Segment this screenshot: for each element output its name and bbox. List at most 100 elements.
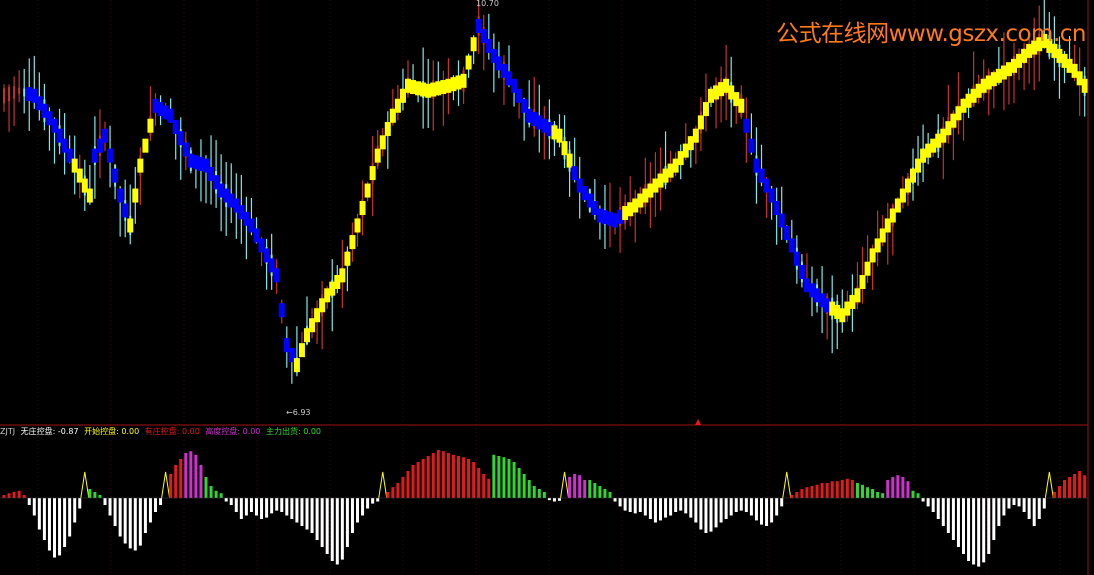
trend-block xyxy=(854,288,861,303)
indicator-bar xyxy=(330,498,334,561)
indicator-bar xyxy=(17,490,21,498)
indicator-bar xyxy=(987,498,991,554)
indicator-bar xyxy=(674,498,678,512)
watermark: 公式在线网www.gszx.com.cn xyxy=(776,21,1086,47)
trend-block xyxy=(384,122,391,137)
indicator-bar xyxy=(648,498,652,519)
trend-block xyxy=(86,188,93,203)
legend-item-control: 有庄控盘: 0.00 xyxy=(144,427,200,436)
indicator-bar xyxy=(350,498,354,533)
indicator-bar xyxy=(356,498,359,523)
indicator-bar xyxy=(992,498,996,540)
indicator-bar xyxy=(552,498,556,502)
legend-item-exit: 主力出货: 0.00 xyxy=(265,427,322,436)
indicator-bar xyxy=(113,498,117,526)
indicator-bar xyxy=(997,498,1001,526)
candle-body xyxy=(3,88,5,104)
legend-item-none: 无庄控盘: -0.87 xyxy=(20,427,79,436)
indicator-bar xyxy=(638,498,642,512)
indicator-bar xyxy=(320,498,324,547)
indicator-bar xyxy=(861,484,864,498)
indicator-bar xyxy=(32,498,36,516)
trend-block xyxy=(117,188,124,203)
trend-block xyxy=(102,128,108,143)
indicator-bar xyxy=(174,465,178,498)
start-control-triangle xyxy=(80,471,90,499)
indicator-bar xyxy=(749,498,753,516)
trend-block xyxy=(743,118,750,133)
trend-block xyxy=(107,148,114,163)
indicator-bar xyxy=(962,498,965,554)
indicator-bar xyxy=(391,487,395,498)
trend-block xyxy=(127,218,134,233)
indicator-bar xyxy=(593,483,597,498)
indicator-bar xyxy=(275,498,279,511)
indicator-bar xyxy=(315,498,319,540)
indicator-bar xyxy=(194,454,198,498)
indicator-bar xyxy=(58,498,62,556)
trend-block xyxy=(298,343,305,358)
indicator-bar xyxy=(1032,498,1036,526)
trend-block xyxy=(369,166,376,181)
trend-block xyxy=(147,118,154,133)
chart-canvas: 10.70 ←6.93 ▲ xyxy=(0,0,1089,575)
indicator-bar xyxy=(22,495,26,498)
indicator-bar xyxy=(719,498,723,523)
indicator-bar xyxy=(1017,498,1021,507)
trend-block xyxy=(132,188,139,203)
indicator-bar xyxy=(1037,498,1041,519)
indicator-bar xyxy=(1057,486,1061,498)
indicator-bar xyxy=(512,462,516,498)
indicator-bar xyxy=(295,498,299,523)
indicator-bar xyxy=(931,498,935,512)
indicator-name: ZJTJ xyxy=(0,427,16,436)
indicator-bar xyxy=(421,459,425,498)
indicator-bar xyxy=(850,480,854,498)
indicator-bar xyxy=(1083,475,1087,498)
indicator-bar xyxy=(664,498,668,518)
indicator-bar xyxy=(265,498,269,518)
indicator-bar xyxy=(138,498,142,546)
indicator-bar xyxy=(204,477,208,498)
indicator-bar xyxy=(891,477,895,498)
trend-block xyxy=(571,166,578,181)
indicator-bar xyxy=(441,451,445,498)
indicator-bar xyxy=(219,493,223,498)
indicator-bar xyxy=(522,474,526,498)
indicator-bar xyxy=(27,498,31,505)
indicator-bar xyxy=(886,480,890,498)
trend-block xyxy=(379,135,386,150)
indicator-bar xyxy=(472,462,476,498)
indicator-bar xyxy=(911,490,915,498)
indicator-bar xyxy=(416,462,420,498)
trend-block xyxy=(738,98,745,113)
indicator-bar xyxy=(815,484,819,498)
indicator-bar xyxy=(795,492,799,498)
indicator-bar xyxy=(12,492,16,498)
indicator-bar xyxy=(1027,498,1031,519)
indicator-bar xyxy=(42,498,46,540)
start-control-triangle xyxy=(161,471,171,499)
indicator-bar xyxy=(255,498,258,516)
trend-block xyxy=(359,201,366,216)
indicator-bar xyxy=(568,477,572,498)
indicator-bar xyxy=(239,498,243,519)
trend-block xyxy=(470,37,477,52)
indicator-bar xyxy=(401,477,405,498)
indicator-bar xyxy=(37,498,41,530)
indicator-bar xyxy=(108,498,112,516)
indicator-bar xyxy=(871,489,875,498)
trend-block xyxy=(748,138,755,153)
indicator-bar xyxy=(361,498,365,516)
indicator-bar xyxy=(744,498,748,512)
indicator-bar xyxy=(537,489,541,498)
indicator-bar xyxy=(159,498,163,505)
indicator-bar xyxy=(573,474,577,498)
indicator-bar xyxy=(1063,480,1066,498)
indicator-bar xyxy=(507,459,511,498)
trend-block xyxy=(773,201,780,216)
indicator-bar xyxy=(941,498,945,526)
trend-block xyxy=(374,148,381,163)
indicator-bar xyxy=(835,481,839,498)
indicator-bar xyxy=(53,498,56,558)
